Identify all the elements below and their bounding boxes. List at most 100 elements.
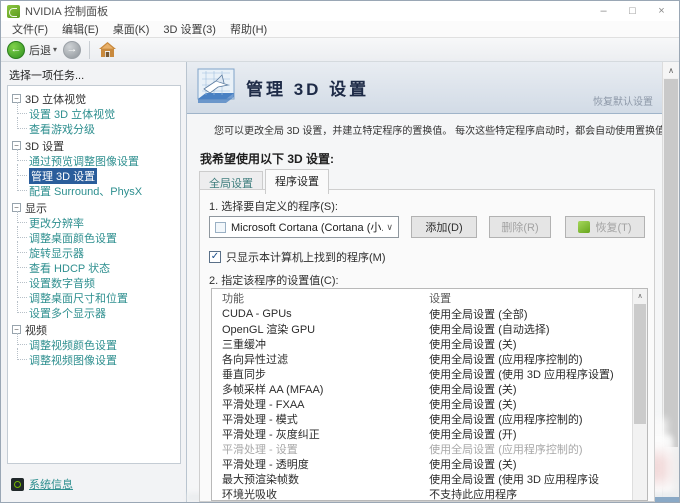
- table-row[interactable]: CUDA - GPUs 使用全局设置 (全部): [212, 306, 647, 321]
- tree-item[interactable]: 通过预览调整图像设置: [9, 149, 179, 168]
- system-info-link[interactable]: 系统信息: [29, 476, 73, 492]
- content-scroll-up-icon[interactable]: ∧: [663, 62, 679, 78]
- sidebar: 选择一项任务... −3D 立体视觉设置 3D 立体视觉 查看游戏分级 −3D 设置…: [1, 62, 187, 502]
- tree-category[interactable]: −3D 立体视觉: [9, 91, 179, 106]
- table-row[interactable]: 平滑处理 - 设置 使用全局设置 (应用程序控制的): [212, 441, 647, 456]
- setting-column-header[interactable]: 设置: [425, 290, 647, 306]
- table-row[interactable]: 多帧采样 AA (MFAA) 使用全局设置 (关): [212, 381, 647, 396]
- tree-item[interactable]: 设置数字音频: [9, 271, 179, 290]
- content-scrollbar[interactable]: ∧: [662, 62, 679, 502]
- tree-item-label: 查看 HDCP 状态: [29, 262, 111, 275]
- tree-item[interactable]: 调整桌面颜色设置: [9, 226, 179, 245]
- feature-column-header[interactable]: 功能: [212, 290, 425, 306]
- table-scroll-up-icon[interactable]: ∧: [633, 289, 647, 303]
- home-button[interactable]: [98, 42, 116, 58]
- nvidia-control-panel-window: NVIDIA 控制面板 – □ × 文件(F) 编辑(E) 桌面(K) 3D 设置(3…: [0, 0, 680, 503]
- program-controls-row: Microsoft Cortana (Cortana (小... ∨ 添加(D)…: [209, 216, 646, 238]
- remove-button[interactable]: 删除(R): [489, 216, 551, 238]
- tree-item-label: 更改分辨率: [29, 217, 84, 230]
- forward-button[interactable]: →: [63, 40, 82, 59]
- toolbar-separator: [89, 40, 91, 59]
- table-body: CUDA - GPUs 使用全局设置 (全部) OpenGL 渲染 GPU 使用…: [212, 306, 647, 501]
- feature-cell: 平滑处理 - FXAA: [222, 398, 305, 411]
- back-label: 后退: [29, 44, 51, 57]
- close-button[interactable]: ×: [647, 2, 676, 20]
- feature-cell: CUDA - GPUs: [222, 307, 292, 320]
- tree-item-label: 设置 3D 立体视觉: [29, 108, 116, 121]
- table-scrollbar[interactable]: ∧: [632, 289, 647, 500]
- menu-item[interactable]: 帮助(H): [223, 21, 274, 37]
- tree-category-label: 3D 立体视觉: [25, 93, 87, 106]
- feature-cell: 平滑处理 - 灰度纠正: [222, 428, 320, 441]
- menu-item[interactable]: 3D 设置(3): [156, 21, 223, 37]
- restore-button[interactable]: 恢复(T): [565, 216, 645, 238]
- tree-item-label: 查看游戏分级: [29, 123, 95, 136]
- setting-cell: 使用全局设置 (全部): [429, 308, 528, 321]
- table-row[interactable]: 最大预渲染帧数 使用全局设置 (使用 3D 应用程序设: [212, 471, 647, 486]
- menu-bar: 文件(F) 编辑(E) 桌面(K) 3D 设置(3) 帮助(H): [1, 21, 679, 38]
- tree-item[interactable]: 调整视频图像设置: [9, 348, 179, 367]
- tree-item-label: 调整视频图像设置: [29, 354, 117, 367]
- restore-defaults-link[interactable]: 恢复默认设置: [593, 93, 653, 108]
- table-row[interactable]: 平滑处理 - 灰度纠正 使用全局设置 (开): [212, 426, 647, 441]
- tab[interactable]: 程序设置: [265, 169, 329, 194]
- tree-item[interactable]: 更改分辨率: [9, 211, 179, 230]
- tree-item-label: 设置数字音频: [29, 277, 95, 290]
- feature-cell: 多帧采样 AA (MFAA): [222, 383, 324, 396]
- tree-category-label: 显示: [25, 202, 47, 215]
- tree-item[interactable]: 查看游戏分级: [9, 117, 179, 136]
- table-row[interactable]: 环境光吸收 不支持此应用程序: [212, 486, 647, 501]
- content-scroll-thumb[interactable]: [664, 79, 678, 447]
- restore-icon: [578, 221, 591, 233]
- tree-item[interactable]: 查看 HDCP 状态: [9, 256, 179, 275]
- tree-item[interactable]: 设置 3D 立体视觉: [9, 102, 179, 121]
- table-row[interactable]: 平滑处理 - FXAA 使用全局设置 (关): [212, 396, 647, 411]
- tree-category[interactable]: −3D 设置: [9, 138, 179, 153]
- tree-item-label: 调整视频颜色设置: [29, 339, 117, 352]
- feature-cell: 垂直同步: [222, 368, 266, 381]
- setting-cell: 使用全局设置 (应用程序控制的): [429, 413, 583, 426]
- page-description: 您可以更改全局 3D 设置，并建立特定程序的置换值。 每次这些特定程序启动时，都…: [214, 126, 671, 137]
- page-header: 管理 3D 设置 恢复默认设置: [187, 62, 662, 114]
- tree-item[interactable]: 旋转显示器: [9, 241, 179, 260]
- menu-item[interactable]: 编辑(E): [55, 21, 106, 37]
- history-caret-icon[interactable]: ▾: [53, 45, 57, 54]
- tree-category[interactable]: − 视频: [9, 322, 179, 337]
- tree-category-label: 视频: [25, 324, 47, 337]
- table-row[interactable]: 各向异性过滤 使用全局设置 (应用程序控制的): [212, 351, 647, 366]
- home-icon: [98, 42, 116, 57]
- table-row[interactable]: 三重缓冲 使用全局设置 (关): [212, 336, 647, 351]
- back-button[interactable]: ←: [7, 40, 25, 59]
- setting-cell: 使用全局设置 (关): [429, 458, 517, 471]
- sidebar-heading: 选择一项任务...: [9, 70, 85, 82]
- menu-item[interactable]: 桌面(K): [106, 21, 157, 37]
- table-row[interactable]: 平滑处理 - 模式 使用全局设置 (应用程序控制的): [212, 411, 647, 426]
- maximize-button[interactable]: □: [618, 2, 647, 20]
- menu-item[interactable]: 文件(F): [5, 21, 55, 37]
- tree-item[interactable]: 调整桌面尺寸和位置: [9, 286, 179, 305]
- tree-category[interactable]: − 显示: [9, 200, 179, 215]
- chevron-down-icon: ∨: [386, 221, 393, 232]
- table-header: 功能 设置: [212, 289, 647, 306]
- table-row[interactable]: 平滑处理 - 透明度 使用全局设置 (关): [212, 456, 647, 471]
- task-tree: −3D 立体视觉设置 3D 立体视觉 查看游戏分级 −3D 设置 通过预览调整图像设置…: [7, 85, 181, 464]
- table-scroll-thumb[interactable]: [634, 304, 646, 424]
- show-programs-checkbox[interactable]: ✓: [209, 251, 221, 263]
- table-row[interactable]: OpenGL 渲染 GPU 使用全局设置 (自动选择): [212, 321, 647, 336]
- setting-cell: 使用全局设置 (自动选择): [429, 323, 550, 336]
- tree-item-label: 设置多个显示器: [29, 307, 106, 320]
- program-select[interactable]: Microsoft Cortana (Cortana (小... ∨: [209, 216, 399, 238]
- program-select-value: Microsoft Cortana (Cortana (小...: [231, 222, 384, 234]
- add-button[interactable]: 添加(D): [411, 216, 477, 238]
- table-row[interactable]: 垂直同步 使用全局设置 (使用 3D 应用程序设置): [212, 366, 647, 381]
- tree-item[interactable]: 调整视频颜色设置: [9, 333, 179, 352]
- setting-cell: 使用全局设置 (关): [429, 338, 517, 351]
- tree-item[interactable]: 管理 3D 设置: [9, 164, 179, 184]
- step2-label: 2. 指定该程序的设置值(C):: [209, 275, 339, 287]
- feature-cell: OpenGL 渲染 GPU: [222, 323, 316, 336]
- tree-item-label: 旋转显示器: [29, 247, 84, 260]
- tree-item[interactable]: 设置多个显示器: [9, 301, 179, 320]
- minimize-button[interactable]: –: [589, 2, 618, 20]
- tree-item[interactable]: 配置 Surround、PhysX: [9, 179, 179, 198]
- manage-3d-settings-icon: [196, 67, 236, 109]
